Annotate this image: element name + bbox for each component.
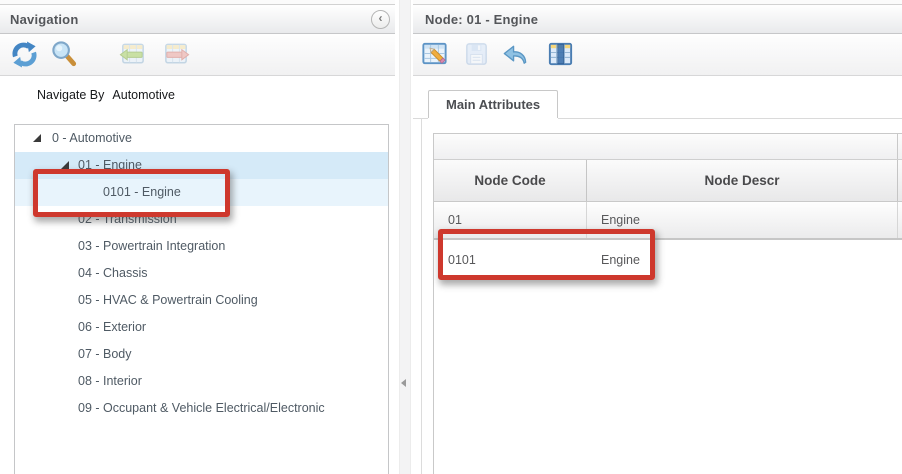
undo-icon <box>501 40 530 69</box>
cell-node-descr: Engine <box>587 240 898 280</box>
tree-item-07-body[interactable]: 07 - Body <box>15 341 388 368</box>
search-icon <box>50 40 79 69</box>
tree-item-0101-engine[interactable]: 0101 - Engine <box>15 179 388 206</box>
navigation-toolbar <box>0 34 395 76</box>
navigation-panel: Navigation ‹ <box>0 0 395 474</box>
tree-item-09-occupant-vehicle-electrical[interactable]: 09 - Occupant & Vehicle Electrical/Elect… <box>15 395 388 422</box>
move-left-button[interactable] <box>116 39 148 71</box>
tree-item-08-interior[interactable]: 08 - Interior <box>15 368 388 395</box>
expanded-arrow-icon[interactable] <box>33 134 41 142</box>
table-arrow-right-icon <box>162 40 191 69</box>
tree-item-02-transmission[interactable]: 02 - Transmission <box>15 206 388 233</box>
attributes-grid: Node Code Node Descr 01 Engine 0101 Engi… <box>433 133 902 474</box>
panel-body-edge <box>421 118 422 474</box>
edit-table-icon <box>420 40 449 69</box>
tree-item-05-hvac-powertrain-cooling[interactable]: 05 - HVAC & Powertrain Cooling <box>15 287 388 314</box>
splitter-bar[interactable] <box>399 0 411 474</box>
tree-item-06-exterior[interactable]: 06 - Exterior <box>15 314 388 341</box>
tab-strip: Main Attributes <box>413 90 902 119</box>
save-icon <box>462 40 491 69</box>
node-toolbar <box>413 34 902 76</box>
refresh-button[interactable] <box>8 39 40 71</box>
column-header-node-descr[interactable]: Node Descr <box>587 160 898 201</box>
collapse-panel-button[interactable]: ‹ <box>371 10 390 29</box>
move-right-button[interactable] <box>160 39 192 71</box>
navigate-by-value: Automotive <box>112 88 175 102</box>
splitter-collapse-arrow-icon[interactable] <box>397 379 406 387</box>
navigate-by-label: Navigate By <box>37 88 104 102</box>
grid-row-01[interactable]: 01 Engine <box>434 202 902 240</box>
node-detail-panel: Node: 01 - Engine <box>413 0 902 474</box>
cell-node-code: 01 <box>434 202 587 238</box>
navigate-by: Navigate By Automotive <box>37 88 175 102</box>
grid-row-0101[interactable]: 0101 Engine <box>434 240 902 280</box>
tree-item-01-engine[interactable]: 01 - Engine <box>15 152 388 179</box>
columns-button[interactable] <box>544 39 576 71</box>
chevron-left-icon: ‹ <box>379 11 383 25</box>
expanded-arrow-icon[interactable] <box>61 161 69 169</box>
node-header: Node: 01 - Engine <box>413 4 902 34</box>
panel-splitter <box>395 0 413 474</box>
search-button[interactable] <box>48 39 80 71</box>
table-arrow-left-icon <box>118 40 147 69</box>
tree-item-03-powertrain-integration[interactable]: 03 - Powertrain Integration <box>15 233 388 260</box>
navigation-tree: 0 - Automotive 01 - Engine 0101 - Engine… <box>14 124 389 474</box>
navigation-header: Navigation ‹ <box>0 4 395 34</box>
grid-top-band <box>434 134 902 160</box>
cell-node-code: 0101 <box>434 240 587 280</box>
grid-header-row: Node Code Node Descr <box>434 160 902 202</box>
save-button[interactable] <box>460 39 492 71</box>
refresh-icon <box>10 40 39 69</box>
tree-item-04-chassis[interactable]: 04 - Chassis <box>15 260 388 287</box>
navigation-title: Navigation <box>0 12 78 27</box>
table-columns-icon <box>546 40 575 69</box>
tab-main-attributes[interactable]: Main Attributes <box>428 90 558 118</box>
column-header-node-code[interactable]: Node Code <box>434 160 587 201</box>
column-header-spacer <box>898 160 902 201</box>
undo-button[interactable] <box>499 39 531 71</box>
tree-item-0-automotive[interactable]: 0 - Automotive <box>15 125 388 152</box>
edit-button[interactable] <box>418 39 450 71</box>
node-title: Node: 01 - Engine <box>413 12 538 27</box>
cell-node-descr: Engine <box>587 202 898 238</box>
